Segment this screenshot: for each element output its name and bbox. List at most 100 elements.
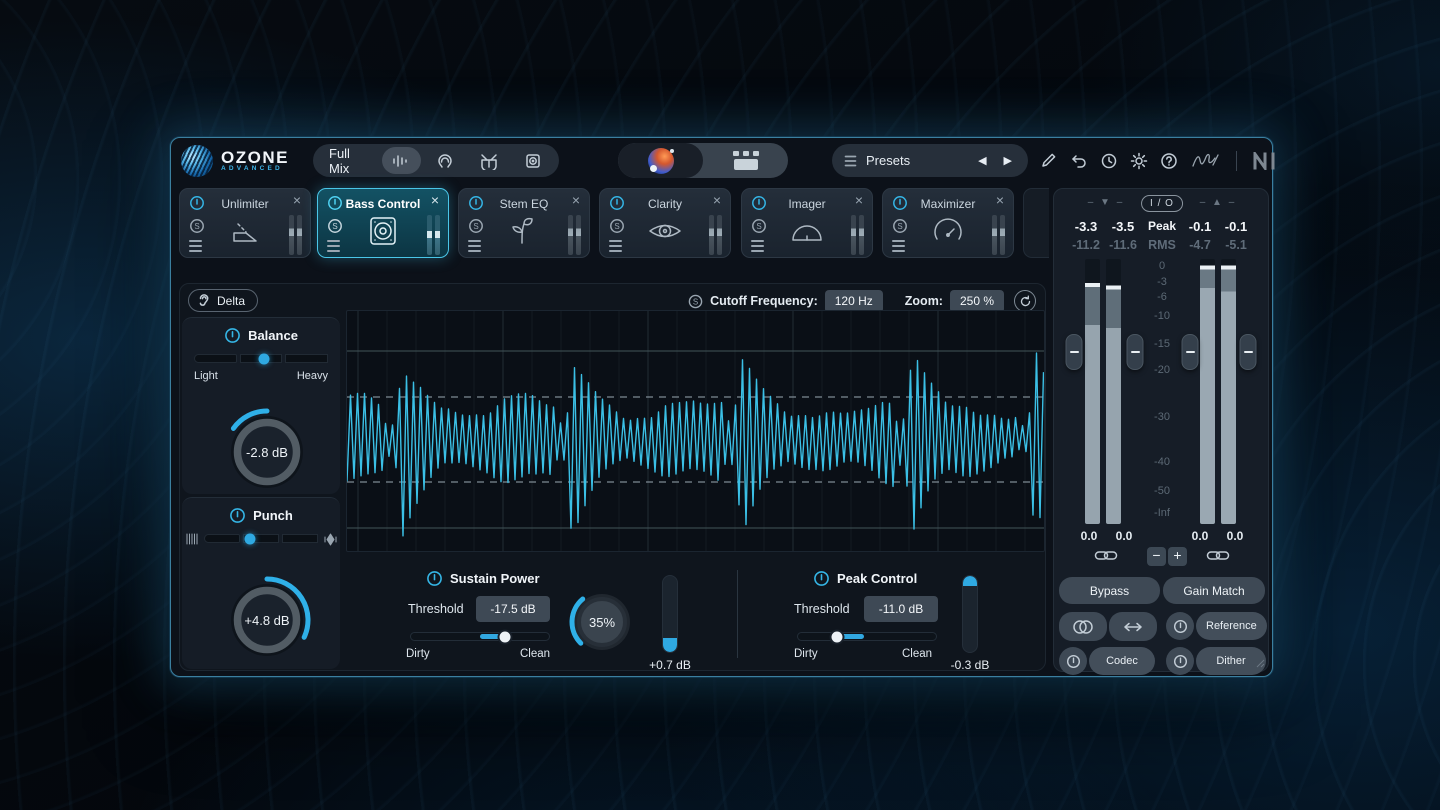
power-icon[interactable]	[426, 570, 443, 587]
target-fullmix-button[interactable]	[382, 147, 422, 174]
preset-menu-icon[interactable]	[327, 240, 340, 252]
resize-handle[interactable]	[1255, 658, 1265, 668]
power-icon[interactable]	[813, 570, 830, 587]
assistant-view-button[interactable]	[618, 143, 703, 178]
tab-unlimiter[interactable]: Unlimiter × S	[179, 188, 311, 258]
preset-prev-button[interactable]: ◀	[974, 152, 990, 169]
tab-meter	[289, 215, 302, 255]
output-link-button[interactable]	[1206, 549, 1230, 567]
ear-icon	[197, 293, 211, 308]
tab-bass-control[interactable]: Bass Control × S	[317, 188, 449, 258]
reference-button[interactable]: Reference	[1196, 612, 1267, 640]
output-gain-fader-right[interactable]	[1240, 334, 1257, 370]
close-icon[interactable]: ×	[431, 193, 439, 207]
punch-slider-dot[interactable]	[244, 533, 255, 544]
peak-control-title: Peak Control	[837, 571, 917, 586]
peak-dirty-clean-slider[interactable]	[797, 632, 937, 641]
preset-menu-icon[interactable]	[468, 240, 481, 252]
history-button[interactable]	[1099, 151, 1118, 170]
input-gain-left[interactable]: 0.0	[1081, 529, 1098, 543]
gain-match-button[interactable]: Gain Match	[1163, 577, 1265, 604]
sustain-threshold-value[interactable]: -17.5 dB	[476, 596, 550, 622]
view-mode-toggle[interactable]	[618, 143, 788, 178]
solo-icon[interactable]: S	[609, 218, 625, 234]
close-icon[interactable]: ×	[293, 193, 301, 207]
balance-slider-dot[interactable]	[258, 353, 269, 364]
gain-decrement-button[interactable]: −	[1147, 547, 1166, 566]
undo-button[interactable]	[1069, 151, 1088, 170]
output-gain-right[interactable]: 0.0	[1227, 529, 1244, 543]
detailed-view-button[interactable]	[703, 143, 788, 178]
close-icon[interactable]: ×	[713, 193, 721, 207]
output-gain-left[interactable]: 0.0	[1192, 529, 1209, 543]
tab-clarity[interactable]: Clarity × S	[599, 188, 731, 258]
sustain-power-header: Sustain Power	[426, 570, 540, 587]
input-gain-right[interactable]: 0.0	[1116, 529, 1133, 543]
solo-icon[interactable]: S	[327, 218, 343, 234]
gauge-arc-icon	[788, 219, 826, 243]
channel-swap-button[interactable]	[1109, 612, 1157, 641]
cutoff-frequency-label: Cutoff Frequency:	[710, 294, 818, 308]
scale-tick: -30	[1154, 411, 1170, 423]
close-icon[interactable]: ×	[572, 193, 580, 207]
input-gain-fader-right[interactable]	[1127, 334, 1144, 370]
peak-label: Peak	[1148, 219, 1176, 233]
tab-label: Bass Control	[318, 197, 448, 211]
codec-power-button[interactable]	[1059, 647, 1087, 675]
preset-menu-icon[interactable]	[751, 240, 764, 252]
edit-button[interactable]	[1039, 151, 1058, 170]
sprout-icon	[508, 215, 540, 247]
input-link-button[interactable]	[1094, 549, 1118, 567]
punch-knob[interactable]: +4.8 dB	[219, 572, 315, 668]
target-vocal-button[interactable]	[425, 147, 465, 174]
scale-tick: -6	[1157, 291, 1167, 303]
sustain-amount-knob[interactable]: 35%	[567, 587, 637, 657]
presets-selector[interactable]: Presets ◀ ▶	[832, 144, 1028, 177]
solo-icon[interactable]: S	[751, 218, 767, 234]
power-icon[interactable]	[229, 507, 246, 524]
tab-stem-eq[interactable]: Stem EQ × S	[458, 188, 590, 258]
power-icon[interactable]	[224, 327, 241, 344]
dither-power-button[interactable]	[1166, 647, 1194, 675]
close-icon[interactable]: ×	[855, 193, 863, 207]
input-gain-fader-left[interactable]	[1066, 334, 1083, 370]
punch-slider[interactable]	[204, 534, 318, 543]
delta-button[interactable]: Delta	[188, 289, 258, 312]
output-rms-left: -4.7	[1189, 238, 1211, 252]
target-drums-button[interactable]	[469, 147, 509, 174]
balance-slider[interactable]	[194, 354, 328, 363]
tab-maximizer[interactable]: Maximizer × S	[882, 188, 1014, 258]
output-collapse-control[interactable]: – ▲ –	[1200, 197, 1237, 208]
svg-text:S: S	[756, 222, 761, 231]
gain-increment-button[interactable]: +	[1168, 547, 1187, 566]
input-collapse-control[interactable]: – ▼ –	[1088, 197, 1125, 208]
solo-icon[interactable]: S	[688, 294, 703, 309]
balance-knob[interactable]: -2.8 dB	[219, 404, 315, 500]
solo-icon[interactable]: S	[892, 218, 908, 234]
channel-mode-button[interactable]	[1059, 612, 1107, 641]
slider-handle[interactable]	[829, 629, 844, 644]
preset-menu-icon[interactable]	[892, 240, 905, 252]
reset-zoom-button[interactable]	[1014, 290, 1036, 312]
sustain-dirty-clean-slider[interactable]	[410, 632, 550, 641]
preset-next-button[interactable]: ▶	[1000, 152, 1016, 169]
slider-handle[interactable]	[497, 629, 512, 644]
settings-button[interactable]	[1129, 151, 1148, 170]
close-icon[interactable]: ×	[996, 193, 1004, 207]
tab-imager[interactable]: Imager × S	[741, 188, 873, 258]
preset-menu-icon[interactable]	[609, 240, 622, 252]
reset-circle-arrow-icon	[1019, 295, 1032, 308]
peak-threshold-value[interactable]: -11.0 dB	[864, 596, 938, 622]
bypass-button[interactable]: Bypass	[1059, 577, 1160, 604]
solo-icon[interactable]: S	[189, 218, 205, 234]
amp-icon	[524, 152, 542, 170]
solo-icon[interactable]: S	[468, 218, 484, 234]
help-button[interactable]	[1159, 151, 1178, 170]
eye-icon	[646, 218, 684, 244]
tab-label: Maximizer	[883, 197, 1013, 211]
reference-power-button[interactable]	[1166, 612, 1194, 640]
codec-button[interactable]: Codec	[1089, 647, 1155, 675]
output-gain-fader-left[interactable]	[1182, 334, 1199, 370]
target-amp-button[interactable]	[513, 147, 553, 174]
preset-menu-icon[interactable]	[189, 240, 202, 252]
